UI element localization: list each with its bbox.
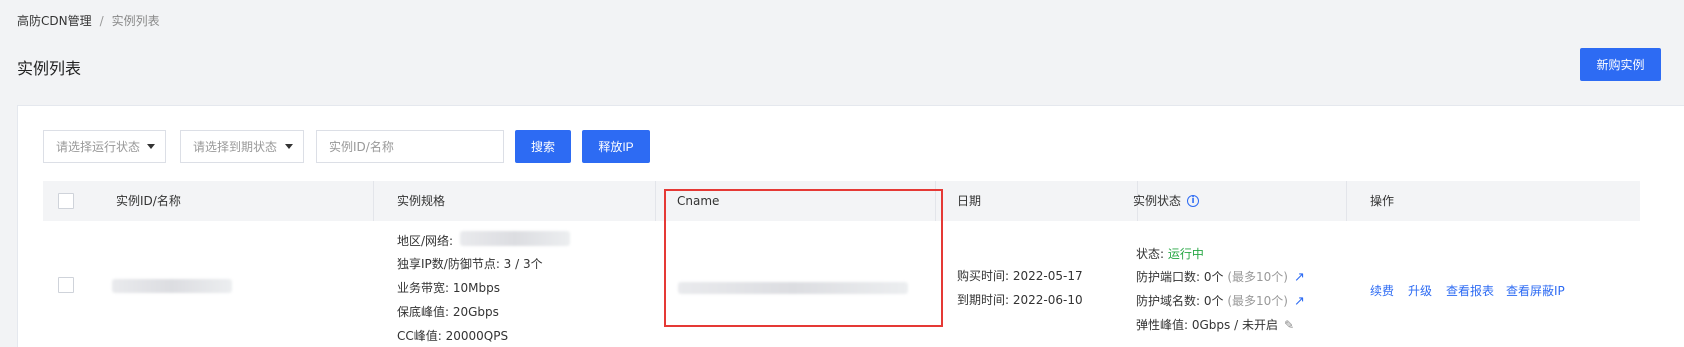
- expire-status-placeholder: 请选择到期状态: [193, 140, 278, 154]
- row-checkbox[interactable]: [58, 277, 74, 293]
- status-elastic: 弹性峰值: 0Gbps / 未开启 ✎: [1136, 316, 1294, 333]
- spec-region: 地区/网络:: [397, 232, 453, 249]
- page-title: 实例列表: [17, 59, 82, 78]
- edit-pencil-icon[interactable]: ✎: [1284, 318, 1294, 332]
- ports-label: 防护端口数:: [1136, 270, 1201, 284]
- run-status-select[interactable]: 请选择运行状态: [43, 130, 166, 163]
- search-placeholder: 实例ID/名称: [329, 140, 394, 154]
- ports-max: (最多10个): [1227, 270, 1288, 284]
- run-status-placeholder: 请选择运行状态: [56, 140, 141, 154]
- column-divider: [373, 181, 374, 221]
- breadcrumb: 高防CDN管理 / 实例列表: [17, 12, 160, 29]
- renew-link[interactable]: 续费: [1370, 282, 1394, 299]
- info-icon[interactable]: i: [1187, 194, 1200, 207]
- domains-max: (最多10个): [1227, 294, 1288, 308]
- spec-region-label: 地区/网络:: [397, 234, 454, 248]
- domains-label: 防护域名数:: [1136, 294, 1201, 308]
- column-divider: [1346, 181, 1347, 221]
- search-button[interactable]: 搜索: [515, 130, 571, 163]
- share-arrow-icon[interactable]: ↗: [1294, 294, 1305, 309]
- cname-highlight-box: [664, 189, 943, 327]
- caret-down-icon: [285, 144, 293, 149]
- breadcrumb-root[interactable]: 高防CDN管理: [17, 14, 92, 28]
- column-header-status: 实例状态 i: [1133, 181, 1200, 221]
- instance-id-redacted: [112, 279, 232, 293]
- spec-region-redacted: [460, 231, 570, 246]
- caret-down-icon: [147, 144, 155, 149]
- elastic-peak: 弹性峰值: 0Gbps / 未开启: [1136, 318, 1278, 332]
- ports-value: 0个: [1203, 270, 1224, 284]
- domains-value: 0个: [1203, 294, 1224, 308]
- share-arrow-icon[interactable]: ↗: [1294, 270, 1305, 285]
- spec-bandwidth: 业务带宽: 10Mbps: [397, 281, 500, 295]
- expire-status-select[interactable]: 请选择到期状态: [180, 130, 304, 163]
- column-header-actions: 操作: [1370, 194, 1395, 208]
- breadcrumb-current: 实例列表: [111, 14, 160, 28]
- status-domains: 防护域名数: 0个 (最多10个) ↗: [1136, 292, 1305, 309]
- column-header-spec: 实例规格: [397, 194, 446, 208]
- column-header-date: 日期: [957, 194, 982, 208]
- column-divider: [655, 181, 656, 221]
- release-ip-button[interactable]: 释放IP: [582, 130, 650, 163]
- status-state-label: 状态:: [1136, 247, 1165, 261]
- spec-guarantee-peak: 保底峰值: 20Gbps: [397, 305, 499, 319]
- spec-cc-peak: CC峰值: 20000QPS: [397, 329, 509, 343]
- view-blocked-ip-link[interactable]: 查看屏蔽IP: [1506, 282, 1565, 299]
- purchase-date: 购买时间: 2022-05-17: [957, 269, 1083, 283]
- status-state: 状态: 运行中: [1136, 245, 1204, 262]
- column-header-instance: 实例ID/名称: [116, 194, 181, 208]
- status-ports: 防护端口数: 0个 (最多10个) ↗: [1136, 268, 1305, 285]
- expire-date: 到期时间: 2022-06-10: [957, 293, 1083, 307]
- new-instance-button[interactable]: 新购实例: [1580, 48, 1661, 81]
- spec-ip-nodes: 独享IP数/防御节点: 3 / 3个: [397, 257, 543, 271]
- upgrade-link[interactable]: 升级: [1408, 282, 1432, 299]
- breadcrumb-separator: /: [99, 14, 104, 28]
- status-running: 运行中: [1167, 247, 1204, 261]
- search-input[interactable]: 实例ID/名称: [316, 130, 504, 163]
- column-header-status-label: 实例状态: [1133, 194, 1182, 208]
- select-all-checkbox[interactable]: [58, 193, 74, 209]
- view-report-link[interactable]: 查看报表: [1446, 282, 1494, 299]
